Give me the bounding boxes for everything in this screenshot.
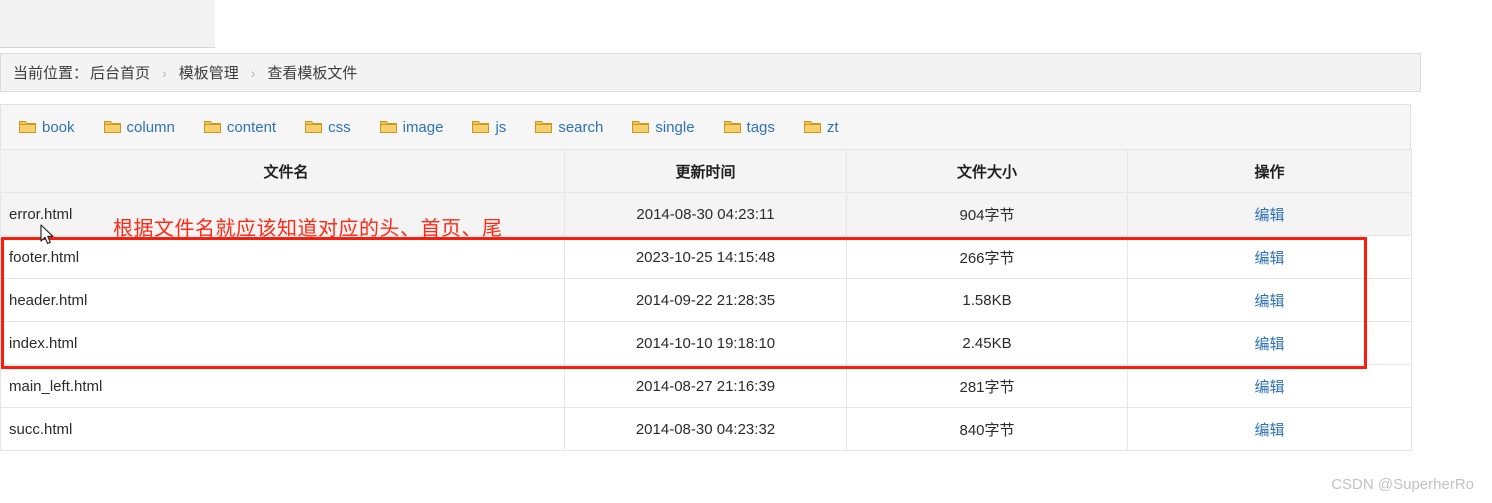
column-header-filename[interactable]: 文件名 [0, 149, 565, 193]
cell-filesize: 1.58KB [846, 278, 1128, 322]
folder-icon [103, 121, 121, 133]
cell-updatetime: 2014-08-27 21:16:39 [564, 364, 847, 408]
edit-link[interactable]: 编辑 [1254, 422, 1284, 439]
top-tab-block [0, 0, 215, 48]
folder-link-image[interactable]: image [379, 118, 444, 136]
folder-icon [19, 121, 36, 133]
table-row: main_left.html 2014-08-27 21:16:39 281字节… [0, 364, 1412, 408]
cell-filename: main_left.html [0, 364, 565, 408]
folder-icon [305, 121, 323, 133]
folder-icon [803, 121, 821, 133]
folder-label: zt [826, 118, 839, 136]
folder-link-content[interactable]: content [203, 118, 277, 136]
folder-icon [535, 121, 553, 133]
cell-filesize: 904字节 [846, 192, 1128, 236]
table-row: index.html 2014-10-10 19:18:10 2.45KB 编辑 [0, 321, 1412, 365]
folder-link-js[interactable]: js [472, 119, 506, 136]
cell-action: 编辑 [1127, 407, 1412, 451]
edit-link[interactable]: 编辑 [1254, 207, 1284, 224]
cell-updatetime: 2014-08-30 04:23:11 [564, 192, 847, 236]
column-header-updatetime[interactable]: 更新时间 [564, 149, 847, 193]
top-strip [0, 0, 1492, 49]
cell-filesize: 2.45KB [846, 321, 1128, 365]
table-header-row: 文件名 更新时间 文件大小 操作 [0, 149, 1412, 193]
folder-label: tags [746, 118, 775, 136]
table-row: header.html 2014-09-22 21:28:35 1.58KB 编… [0, 278, 1412, 322]
edit-link[interactable]: 编辑 [1254, 336, 1284, 353]
folder-link-column[interactable]: column [103, 118, 175, 136]
breadcrumb-separator-icon: › [250, 64, 256, 81]
folder-icon [723, 121, 741, 133]
breadcrumb-item-home[interactable]: 后台首页 [90, 62, 150, 83]
folder-icon [379, 121, 397, 133]
cell-updatetime: 2014-10-10 19:18:10 [564, 321, 847, 365]
table-row: succ.html 2014-08-30 04:23:32 840字节 编辑 [0, 407, 1412, 451]
table-header: 文件名 更新时间 文件大小 操作 [0, 149, 1412, 193]
cell-filesize: 281字节 [846, 364, 1128, 408]
folder-label: column [126, 118, 175, 136]
breadcrumb: 当前位置： 后台首页 › 模板管理 › 查看模板文件 [0, 53, 1421, 92]
breadcrumb-label: 当前位置： [13, 65, 89, 82]
breadcrumb-separator-icon: › [162, 64, 167, 81]
cell-action: 编辑 [1127, 321, 1412, 365]
folder-label: css [328, 118, 351, 136]
cell-action: 编辑 [1127, 192, 1412, 236]
folder-nav-bar: book column content css image js search … [0, 104, 1411, 150]
folder-link-book[interactable]: book [19, 119, 75, 136]
folder-label: search [558, 118, 604, 136]
cell-filesize: 266字节 [846, 235, 1128, 279]
cell-filename: index.html [0, 321, 565, 365]
folder-icon [632, 121, 650, 133]
edit-link[interactable]: 编辑 [1254, 379, 1284, 396]
cell-filename: footer.html [0, 235, 565, 279]
folder-label: book [42, 118, 75, 136]
edit-link[interactable]: 编辑 [1254, 250, 1284, 267]
folder-label: single [655, 118, 695, 136]
cell-updatetime: 2014-08-30 04:23:32 [564, 407, 847, 451]
folder-link-single[interactable]: single [632, 118, 695, 136]
folder-icon [203, 121, 221, 133]
file-table: 文件名 更新时间 文件大小 操作 error.html 2014-08-30 0… [0, 149, 1412, 451]
cell-filesize: 840字节 [846, 407, 1128, 451]
table-row: footer.html 2023-10-25 14:15:48 266字节 编辑 [0, 235, 1412, 279]
mouse-cursor-icon [40, 224, 54, 245]
cell-action: 编辑 [1127, 364, 1412, 408]
cell-filename: header.html [0, 278, 565, 322]
column-header-filesize[interactable]: 文件大小 [846, 149, 1128, 193]
folder-label: image [402, 118, 444, 136]
annotation-note-text: 根据文件名就应该知道对应的头、首页、尾 [113, 216, 503, 240]
breadcrumb-item-view-template-files[interactable]: 查看模板文件 [267, 62, 357, 83]
cell-updatetime: 2014-09-22 21:28:35 [564, 278, 847, 322]
csdn-watermark: CSDN @SuperherRo [1331, 476, 1474, 493]
folder-label: js [495, 118, 507, 136]
cell-action: 编辑 [1127, 235, 1412, 279]
folder-link-zt[interactable]: zt [803, 118, 839, 136]
folder-link-css[interactable]: css [305, 119, 351, 136]
cell-filename: succ.html [0, 407, 565, 451]
edit-link[interactable]: 编辑 [1254, 293, 1284, 310]
folder-icon [472, 121, 490, 133]
folder-label: content [226, 118, 277, 136]
cell-action: 编辑 [1127, 278, 1412, 322]
folder-link-tags[interactable]: tags [723, 118, 775, 136]
cell-updatetime: 2023-10-25 14:15:48 [564, 235, 847, 279]
column-header-action[interactable]: 操作 [1127, 149, 1412, 193]
folder-link-search[interactable]: search [535, 119, 603, 136]
breadcrumb-item-template-manage[interactable]: 模板管理 [179, 62, 239, 83]
